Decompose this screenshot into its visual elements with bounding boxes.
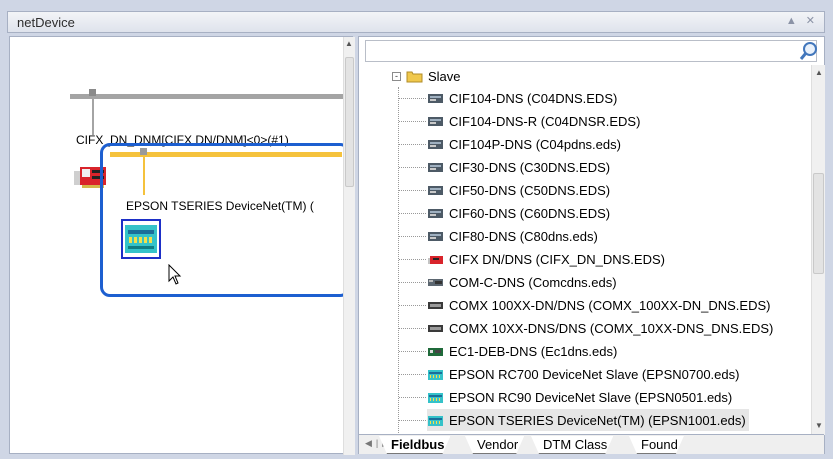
tree-connector xyxy=(399,351,426,352)
tab-vendor[interactable]: Vendor xyxy=(465,436,524,454)
catalog-item-row[interactable]: CIF30-DNS (C30DNS.EDS) xyxy=(427,156,610,178)
slave-device-label[interactable]: EPSON TSERIES DeviceNet(TM) ( xyxy=(126,199,338,213)
module-card-icon xyxy=(428,231,443,241)
catalog-item-row[interactable]: CIF60-DNS (C60DNS.EDS) xyxy=(427,202,610,224)
catalog-item-row[interactable]: EC1-DEB-DNS (Ec1dns.eds) xyxy=(427,340,617,362)
folder-label: Slave xyxy=(428,68,461,84)
catalog-item-label: EPSON RC90 DeviceNet Slave (EPSN0501.eds… xyxy=(449,389,733,405)
tab-fieldbus[interactable]: Fieldbus xyxy=(379,436,450,454)
collapse-icon[interactable]: - xyxy=(392,71,401,81)
folder-row-slave[interactable]: - Slave xyxy=(392,65,461,87)
catalog-item-row[interactable]: CIF80-DNS (C80dns.eds) xyxy=(427,225,598,247)
catalog-item-label: CIF60-DNS (C60DNS.EDS) xyxy=(449,205,611,221)
catalog-item-row[interactable]: EPSON RC700 DeviceNet Slave (EPSN0700.ed… xyxy=(427,363,739,385)
catalog-item-row[interactable]: CIF104-DNS (C04DNS.EDS) xyxy=(427,87,617,109)
catalog-item-label: CIF50-DNS (C50DNS.EDS) xyxy=(449,182,611,198)
catalog-item-label: COMX 100XX-DN/DNS (COMX_100XX-DN_DNS.EDS… xyxy=(449,297,771,313)
module-card-icon xyxy=(428,93,443,103)
scroll-down-icon[interactable]: ▼ xyxy=(815,421,823,430)
epson-device-icon xyxy=(428,415,443,426)
ec1-module-icon xyxy=(428,347,443,356)
catalog-item-row[interactable]: EPSON RC90 DeviceNet Slave (EPSN0501.eds… xyxy=(427,386,732,408)
tree-connector xyxy=(399,144,426,145)
master-bus-line[interactable] xyxy=(70,94,344,99)
window-controls[interactable]: ▲ ✕ xyxy=(786,14,818,27)
catalog-item-label: EPSON TSERIES DeviceNet(TM) (EPSN1001.ed… xyxy=(449,412,746,428)
module-card-icon xyxy=(428,116,443,126)
device-catalog-tree[interactable]: - Slave CIF104-DNS (C04DNS.EDS) CIF104-DN… xyxy=(359,65,811,435)
slave-drop-line xyxy=(143,157,145,195)
catalog-item-label: CIFX DN/DNS (CIFX_DN_DNS.EDS) xyxy=(449,251,665,267)
device-catalog-pane: - Slave CIF104-DNS (C04DNS.EDS) CIF104-DN… xyxy=(358,36,825,454)
tree-connector xyxy=(399,328,426,329)
catalog-item-row[interactable]: CIFX DN/DNS (CIFX_DN_DNS.EDS) xyxy=(427,248,665,270)
master-bus-connector xyxy=(89,89,96,96)
tab-dtm-class[interactable]: DTM Class xyxy=(531,436,613,454)
tree-connector xyxy=(399,98,426,99)
master-drop-line xyxy=(92,99,94,135)
catalog-item-label: CIF30-DNS (C30DNS.EDS) xyxy=(449,159,611,175)
catalog-item-row[interactable]: COMX 10XX-DNS/DNS (COMX_10XX-DNS_DNS.EDS… xyxy=(427,317,773,339)
epson-slave-device[interactable] xyxy=(121,219,161,259)
tree-connector xyxy=(399,259,426,260)
network-view-pane[interactable]: CIFX_DN_DNM[CIFX DN/DNM]<0>(#1) EPSON TS… xyxy=(9,36,355,455)
scroll-up-icon[interactable]: ▲ xyxy=(815,68,823,77)
tree-connector xyxy=(399,282,426,283)
catalog-item-row[interactable]: COMX 100XX-DN/DNS (COMX_100XX-DN_DNS.EDS… xyxy=(427,294,770,316)
mouse-pointer-icon xyxy=(168,264,182,285)
catalog-item-label: EC1-DEB-DNS (Ec1dns.eds) xyxy=(449,343,618,359)
catalog-item-row[interactable]: CIF50-DNS (C50DNS.EDS) xyxy=(427,179,610,201)
comx-module-icon xyxy=(428,324,443,332)
network-view-vertical-scrollbar[interactable]: ▲ xyxy=(343,37,355,455)
catalog-item-label: COMX 10XX-DNS/DNS (COMX_10XX-DNS_DNS.EDS… xyxy=(449,320,774,336)
catalog-search-input[interactable] xyxy=(369,42,794,60)
tree-connector xyxy=(399,190,426,191)
window-title: netDevice xyxy=(17,15,75,30)
catalog-item-label: COM-C-DNS (Comcdns.eds) xyxy=(449,274,617,290)
comx-module-icon xyxy=(428,301,443,309)
tree-connector xyxy=(399,305,426,306)
tree-connector xyxy=(399,374,426,375)
module-card-icon xyxy=(428,208,443,218)
catalog-item-label: EPSON RC700 DeviceNet Slave (EPSN0700.ed… xyxy=(449,366,740,382)
tree-connector xyxy=(399,397,426,398)
catalog-item-row[interactable]: COM-C-DNS (Comcdns.eds) xyxy=(427,271,617,293)
tree-connector xyxy=(399,236,426,237)
catalog-item-row[interactable]: CIF104P-DNS (C04pdns.eds) xyxy=(427,133,621,155)
tree-connector xyxy=(399,167,426,168)
catalog-item-label: CIF104-DNS (C04DNS.EDS) xyxy=(449,90,618,106)
cifx-card-icon xyxy=(428,255,443,264)
search-icon[interactable] xyxy=(798,40,820,62)
catalog-item-row[interactable]: CIF104-DNS-R (C04DNSR.EDS) xyxy=(427,110,640,132)
catalog-item-row[interactable]: EPSON TSERIES DeviceNet(TM) (EPSN1001.ed… xyxy=(427,409,749,431)
catalog-item-label: CIF104-DNS-R (C04DNSR.EDS) xyxy=(449,113,641,129)
catalog-tab-strip: ◀|▶ Fieldbus Vendor DTM Class Found xyxy=(359,434,824,454)
slave-bus-connector xyxy=(140,148,147,155)
tree-connector xyxy=(399,213,426,214)
epson-device-icon xyxy=(125,225,157,253)
module-card-icon xyxy=(428,162,443,172)
epson-device-icon xyxy=(428,369,443,380)
com-module-icon xyxy=(428,278,443,286)
module-card-icon xyxy=(428,139,443,149)
catalog-item-label: CIF104P-DNS (C04pdns.eds) xyxy=(449,136,621,152)
tree-connector xyxy=(399,121,426,122)
catalog-vertical-scrollbar[interactable]: ▲ ▼ xyxy=(811,65,825,435)
scroll-up-icon[interactable]: ▲ xyxy=(345,39,353,48)
tree-connector xyxy=(399,420,426,421)
tree-guide-line xyxy=(398,87,399,435)
catalog-search-field[interactable] xyxy=(365,40,817,62)
window-title-bar: netDevice ▲ ✕ xyxy=(7,11,825,33)
catalog-item-label: CIF80-DNS (C80dns.eds) xyxy=(449,228,598,244)
tab-found[interactable]: Found xyxy=(629,436,684,454)
epson-device-icon xyxy=(428,392,443,403)
netdevice-window: netDevice ▲ ✕ CIFX_DN_DNM[CIFX DN/DNM]<0… xyxy=(0,0,833,459)
module-card-icon xyxy=(428,185,443,195)
scrollbar-thumb[interactable] xyxy=(345,57,354,187)
folder-icon xyxy=(406,71,423,82)
scrollbar-thumb[interactable] xyxy=(813,173,824,274)
